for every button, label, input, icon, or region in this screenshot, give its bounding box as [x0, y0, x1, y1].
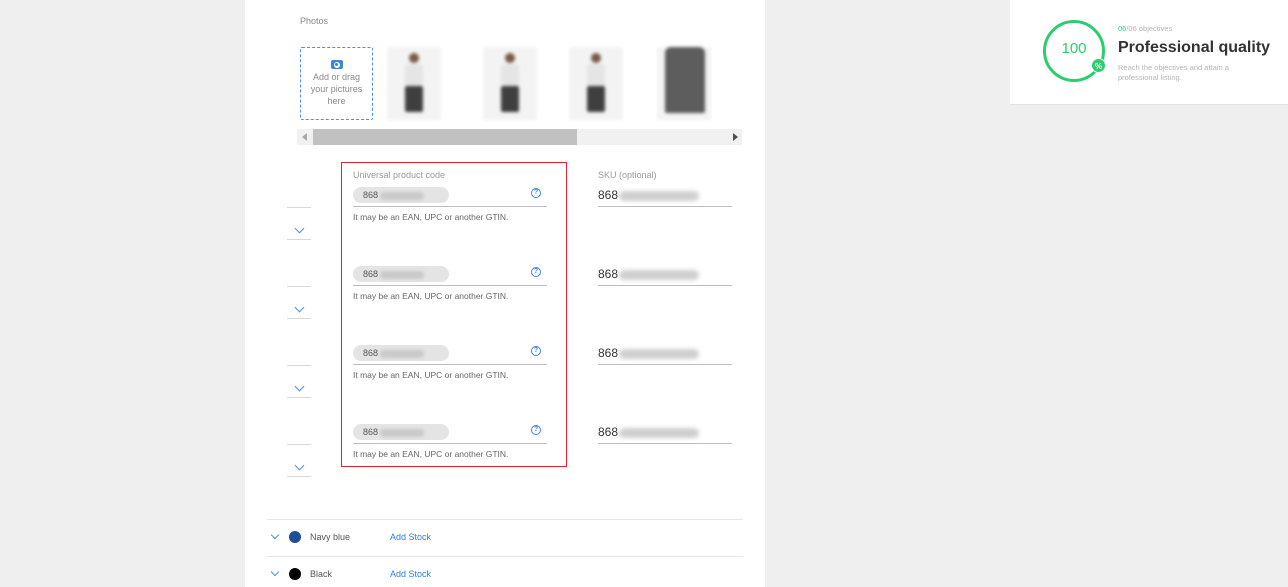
chevron-down-icon[interactable] — [294, 302, 305, 313]
color-name: Black — [310, 569, 333, 579]
objectives-count: 06/06 objectives — [1118, 24, 1173, 33]
upc-highlight-box — [341, 162, 567, 467]
scrollbar-thumb[interactable] — [313, 129, 577, 145]
quality-score-ring: 100 % — [1043, 20, 1106, 82]
scroll-left-icon[interactable] — [302, 133, 307, 141]
color-swatch — [289, 568, 301, 580]
sku-input[interactable]: 868 — [598, 343, 732, 365]
photo-thumbnail-2[interactable] — [483, 47, 537, 120]
color-row-black: Black Add Stock — [267, 556, 743, 587]
chevron-down-icon[interactable] — [294, 223, 305, 234]
photo-thumbnail-3[interactable] — [569, 47, 623, 120]
quality-title: Professional quality — [1118, 39, 1271, 56]
photo-thumbnail-4[interactable] — [657, 47, 711, 120]
photos-scrollbar[interactable] — [297, 129, 742, 145]
photo-upload-dropzone[interactable]: Add or drag your pictures here — [300, 47, 373, 120]
sku-input[interactable]: 868 — [598, 264, 732, 286]
add-stock-button[interactable]: Add Stock — [390, 532, 431, 542]
scroll-right-icon[interactable] — [733, 133, 738, 141]
quality-panel: 100 % 06/06 objectives Professional qual… — [1010, 0, 1288, 105]
photo-thumbnail-1[interactable] — [387, 47, 441, 120]
color-row-navy-blue: Navy blue Add Stock — [267, 519, 743, 555]
listing-form: Photos Add or drag your pictures here Un… — [245, 0, 765, 587]
percent-badge-icon: % — [1091, 58, 1106, 73]
add-stock-button[interactable]: Add Stock — [390, 569, 431, 579]
upload-text: Add or drag your pictures here — [310, 72, 363, 106]
camera-icon — [330, 60, 343, 69]
photos-label: Photos — [300, 16, 329, 26]
chevron-down-icon[interactable] — [294, 460, 305, 471]
quality-score: 100 — [1061, 40, 1087, 57]
color-name: Navy blue — [310, 532, 351, 542]
sku-input[interactable]: 868 — [598, 422, 732, 444]
chevron-down-icon[interactable] — [294, 381, 305, 392]
color-swatch — [289, 531, 301, 543]
chevron-down-icon[interactable] — [270, 530, 280, 540]
sku-input[interactable]: 868 — [598, 185, 732, 207]
quality-subtitle: Reach the objectives and attain a profes… — [1118, 63, 1229, 82]
chevron-down-icon[interactable] — [270, 567, 280, 577]
